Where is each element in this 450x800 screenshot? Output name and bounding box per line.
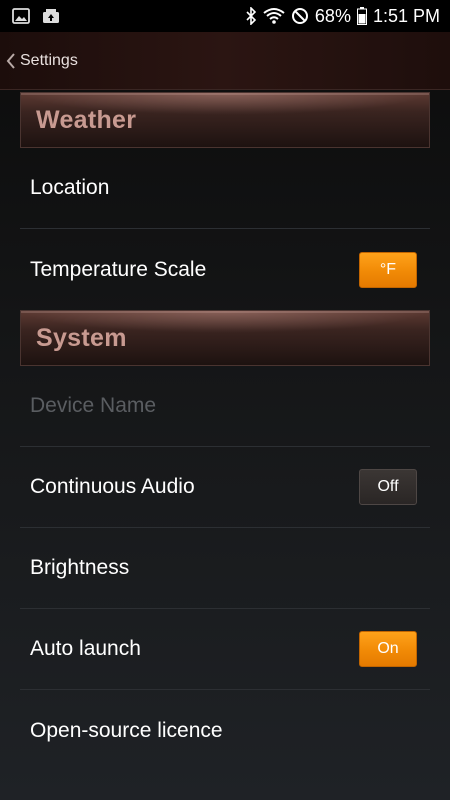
- auto-launch-toggle[interactable]: On: [359, 631, 417, 667]
- back-label: Settings: [20, 51, 78, 69]
- setting-label-continuous-audio: Continuous Audio: [30, 475, 195, 498]
- setting-label-brightness: Brightness: [30, 556, 130, 579]
- setting-label-location: Location: [30, 176, 110, 199]
- chevron-left-icon: [6, 52, 16, 69]
- image-notification-icon: [12, 8, 30, 24]
- do-not-disturb-icon: [291, 7, 309, 25]
- setting-row-brightness[interactable]: Brightness: [20, 528, 430, 609]
- status-bar: 68% 1:51 PM: [0, 0, 450, 32]
- clock: 1:51 PM: [372, 5, 440, 26]
- photo-upload-icon: [42, 8, 60, 24]
- setting-row-device-name: Device Name: [20, 366, 430, 447]
- setting-label-temperature-scale: Temperature Scale: [30, 257, 207, 281]
- temperature-scale-toggle[interactable]: °F: [359, 251, 417, 288]
- section-header-system: System: [20, 310, 430, 366]
- back-button[interactable]: Settings: [4, 41, 84, 81]
- settings-list: Weather Location Temperature Scale °F Sy…: [20, 92, 430, 771]
- settings-screen: 68% 1:51 PM Settings Weather Location Te…: [0, 0, 450, 800]
- status-notifications: [12, 8, 60, 24]
- setting-row-continuous-audio[interactable]: Continuous Audio Off: [20, 447, 430, 528]
- section-header-weather: Weather: [20, 92, 430, 148]
- setting-row-location[interactable]: Location: [20, 148, 430, 229]
- section-title-system: System: [36, 323, 127, 352]
- bluetooth-icon: [245, 7, 257, 25]
- battery-icon: [356, 7, 367, 25]
- setting-row-open-source-licence[interactable]: Open-source licence: [20, 690, 430, 771]
- setting-label-device-name: Device Name: [30, 394, 157, 417]
- wifi-icon: [263, 7, 285, 25]
- continuous-audio-toggle[interactable]: Off: [359, 469, 417, 505]
- app-header: Settings: [0, 32, 450, 90]
- setting-row-temperature-scale[interactable]: Temperature Scale °F: [20, 229, 430, 310]
- status-system: 68% 1:51 PM: [245, 6, 440, 27]
- setting-label-open-source-licence: Open-source licence: [30, 718, 223, 742]
- section-title-weather: Weather: [36, 105, 137, 134]
- battery-percent: 68%: [314, 5, 351, 26]
- setting-row-auto-launch[interactable]: Auto launch On: [20, 609, 430, 690]
- setting-label-auto-launch: Auto launch: [30, 637, 141, 660]
